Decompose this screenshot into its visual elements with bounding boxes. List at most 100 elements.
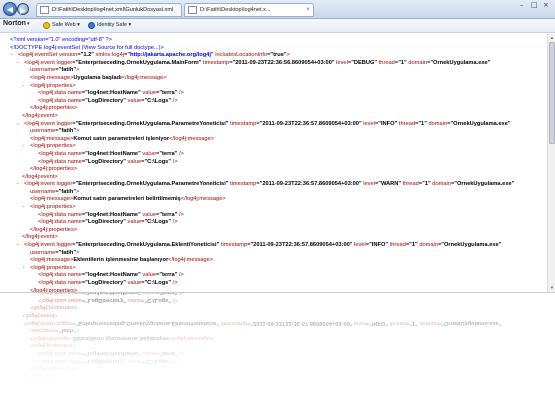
attr-name: level xyxy=(363,120,375,127)
close-tab-icon[interactable]: × xyxy=(306,4,310,16)
attr-value: "1" xyxy=(422,181,431,188)
properties-open-line[interactable]: - <log4j:properties> xyxy=(10,143,547,151)
tag-selfclose: /> xyxy=(177,90,184,97)
root-tag: <log4j:eventSet xyxy=(18,52,58,59)
document-icon xyxy=(40,6,49,14)
tag-close: > xyxy=(76,249,80,256)
close-window-icon[interactable]: × xyxy=(543,1,549,9)
attr-name: level xyxy=(336,59,348,66)
attr-name: includesLocationInfo xyxy=(215,52,268,59)
attr-name: version xyxy=(58,52,78,59)
attr-value: "terra" xyxy=(159,211,178,218)
attr-name: timestamp xyxy=(202,59,230,66)
attr-name: thread xyxy=(389,242,406,249)
properties-tag: <log4j:properties> xyxy=(30,264,76,271)
identity-safe-label: Identity Safe xyxy=(97,22,127,28)
attr-name: value xyxy=(142,211,156,218)
attr-value: "OrnekUygulama.exe" xyxy=(430,59,491,66)
attr-value: "fatih" xyxy=(58,128,77,135)
xml-declaration: <?xml version="1.0" encoding="utf-8" ?> xyxy=(10,37,112,43)
attr-value: "LogDirectory" xyxy=(85,219,126,226)
root-element-line: - <log4j:eventSet version="1.2" xmlns:log… xyxy=(10,52,290,59)
tab-title: D:\Fatih\Desktop\log4net.xml\GunlukDosya… xyxy=(52,7,174,13)
attr-value: "2011-09-23T22:36:57.8609054+03:00" xyxy=(250,242,353,249)
back-button[interactable]: ◀ xyxy=(3,2,17,16)
forward-button[interactable]: ▶ xyxy=(17,3,29,15)
data-line: <log4j:data name="log4net:HostName" valu… xyxy=(38,150,184,157)
safe-web-button[interactable]: Safe Web ▾ xyxy=(43,20,80,31)
attr-name: timestamp xyxy=(220,242,248,249)
attr-value: "fatih" xyxy=(58,67,77,74)
back-arrow-icon: ◀ xyxy=(6,5,14,14)
scrollbar-thumb[interactable] xyxy=(549,42,555,144)
data-line: <log4j:data name="LogDirectory" value="C… xyxy=(38,97,178,104)
attr-name: name xyxy=(67,158,82,165)
data-tag: <log4j:data xyxy=(38,158,66,165)
norton-menu-button[interactable]: Norton▾ xyxy=(3,20,29,27)
scroll-up-icon[interactable]: ▲ xyxy=(549,35,555,41)
event-line[interactable]: - <log4j:event logger="Enterpriseceding.O… xyxy=(10,242,547,250)
tag-selfclose: /> xyxy=(177,272,184,279)
properties-tag: <log4j:properties> xyxy=(30,82,76,89)
collapse-toggle-icon: - xyxy=(16,120,20,127)
attr-name: logger xyxy=(56,120,73,127)
minimize-icon[interactable]: – xyxy=(520,1,524,9)
tab-gunluk-dosyasi[interactable]: D:\Fatih\Desktop\log4net.xml\GunlukDosya… xyxy=(36,3,182,17)
event-line[interactable]: - <log4j:event logger="Enterpriseceding.O… xyxy=(10,121,547,129)
chevron-down-icon: ▾ xyxy=(26,21,30,27)
properties-open-line[interactable]: - <log4j:properties> xyxy=(10,265,547,273)
attr-value: "Enterpriseceding.OrnekUygulama.MainForm… xyxy=(75,59,202,66)
message-text: Komut satırı parametreleri belirtilmemiş xyxy=(73,196,181,203)
attr-name: level xyxy=(354,242,366,249)
scroll-down-icon[interactable]: ▼ xyxy=(549,285,555,291)
attr-name: thread xyxy=(378,59,395,66)
attr-value: "1.2" xyxy=(80,52,94,59)
message-text: Uygulama başladı xyxy=(73,74,122,81)
attr-value: "log4net:HostName" xyxy=(85,272,141,279)
attr-name: logger xyxy=(56,242,73,249)
event-close-tag: </log4j:event> xyxy=(22,112,58,119)
event-line[interactable]: - <log4j:event logger="Enterpriseceding.O… xyxy=(10,60,547,68)
vertical-scrollbar[interactable]: ▲ ▼ xyxy=(547,34,555,292)
attr-name: domain xyxy=(419,242,438,249)
properties-close-tag: </log4j:properties> xyxy=(30,105,78,112)
attr-value: "C:\Logs" xyxy=(144,280,172,286)
collapse-toggle-icon: - xyxy=(22,264,26,271)
safe-web-label: Safe Web xyxy=(52,22,76,28)
message-line: <log4j:message>Uygulama başladı</log4j:m… xyxy=(10,75,547,83)
attr-value: "1" xyxy=(398,59,407,66)
attr-value: "Enterpriseceding.OrnekUygulama.EklentiY… xyxy=(75,242,220,249)
attr-name: name xyxy=(67,211,82,218)
attr-value: "Enterpriseceding.OrnekUygulama.Parametr… xyxy=(75,120,229,127)
properties-tag: <log4j:properties> xyxy=(30,204,76,211)
collapse-toggle-icon: - xyxy=(16,181,20,188)
attr-name: username xyxy=(30,249,56,256)
properties-open-line[interactable]: - <log4j:properties> xyxy=(10,83,547,91)
attr-name: thread xyxy=(402,181,419,188)
attr-name: timestamp xyxy=(230,120,257,127)
data-tag: <log4j:data xyxy=(38,150,66,157)
attr-value: "terra" xyxy=(159,272,178,279)
message-open-tag: <log4j:message> xyxy=(30,74,74,81)
identity-safe-button[interactable]: Identity Safe ▾ xyxy=(88,20,131,31)
identity-safe-icon xyxy=(88,22,95,29)
tag-close: > xyxy=(76,188,80,195)
norton-label: Norton xyxy=(3,20,26,27)
attr-name: value xyxy=(127,97,142,104)
message-close-tag: </log4j:message> xyxy=(121,74,167,81)
document-icon xyxy=(188,6,197,14)
event-tag: <log4j:event xyxy=(24,242,55,249)
message-open-tag: <log4j:message> xyxy=(30,196,74,203)
message-line: <log4j:message>Komut satırı parametreler… xyxy=(10,196,547,204)
tag-close: > xyxy=(76,128,80,135)
attr-value: "terra" xyxy=(159,90,178,97)
event-tag: <log4j:event xyxy=(24,120,55,127)
event-line[interactable]: - <log4j:event logger="Enterpriseceding.O… xyxy=(10,181,547,189)
event-line-cont: username="fatih"> xyxy=(30,249,80,256)
properties-open-line[interactable]: - <log4j:properties> xyxy=(10,204,547,212)
event-tag: <log4j:event xyxy=(24,59,55,66)
attr-value: "OrnekUygulama.exe" xyxy=(450,120,511,127)
event-close-tag: </log4j:event> xyxy=(22,234,58,241)
tab-log4net-active[interactable]: D:\Fatih\Desktop\log4net.x... × xyxy=(184,3,314,17)
maximize-icon[interactable]: □ xyxy=(531,1,538,9)
